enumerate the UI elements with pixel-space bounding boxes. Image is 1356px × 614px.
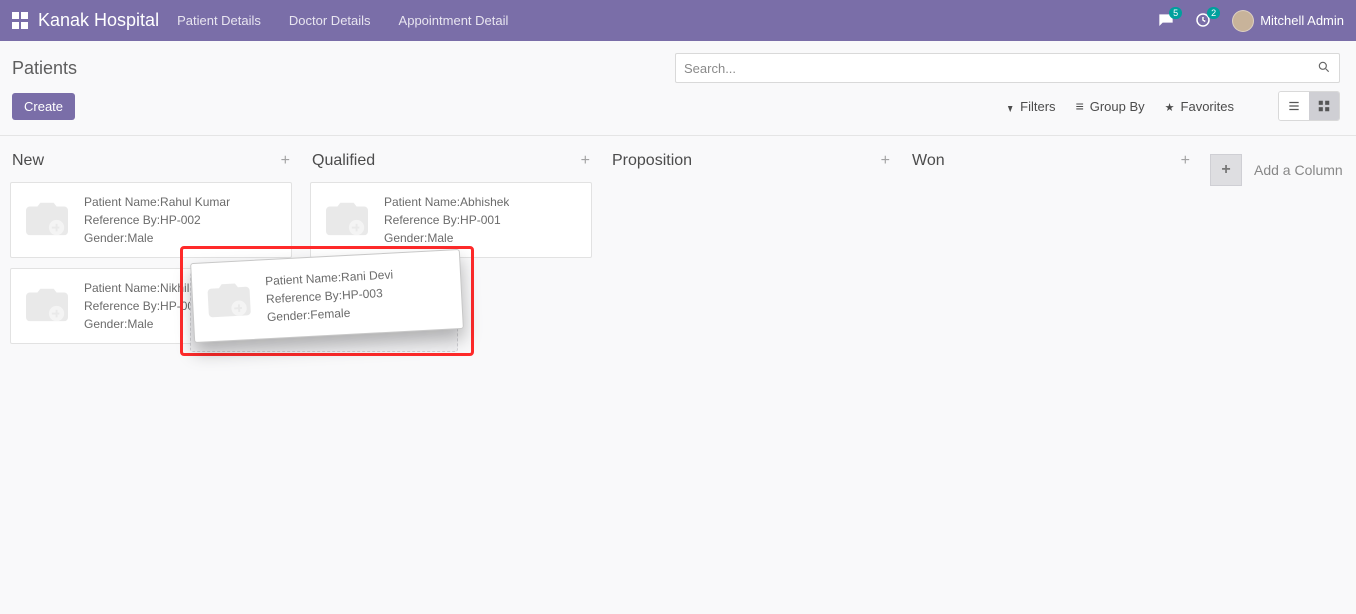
view-switcher [1278,91,1340,121]
quick-create-icon[interactable]: + [281,152,290,170]
user-name: Mitchell Admin [1260,13,1344,28]
nav-link-doctor-details[interactable]: Doctor Details [289,13,371,28]
add-column-button[interactable]: + Add a Column [1210,154,1343,186]
search-box[interactable] [675,53,1340,83]
kanban-column-proposition: Proposition + [610,152,892,182]
activities-icon[interactable]: 2 [1194,11,1214,31]
filters-button[interactable]: Filters [1006,98,1055,114]
avatar-icon [1232,10,1254,32]
placeholder-image-icon [19,279,74,329]
top-navbar: Kanak Hospital Patient Details Doctor De… [0,0,1356,41]
placeholder-image-icon [19,193,74,243]
messages-badge: 5 [1169,7,1182,19]
search-input[interactable] [684,61,1317,76]
column-title: New [12,152,44,170]
view-list-button[interactable] [1279,92,1309,120]
column-title: Won [912,152,945,170]
nav-link-appointment-detail[interactable]: Appointment Detail [399,13,509,28]
plus-icon: + [1210,154,1242,186]
nav-links: Patient Details Doctor Details Appointme… [177,13,508,28]
nav-link-patient-details[interactable]: Patient Details [177,13,261,28]
quick-create-icon[interactable]: + [881,152,890,170]
apps-grid-icon[interactable] [12,12,30,30]
star-icon [1165,99,1177,114]
kanban-card-dragging[interactable]: Patient Name:Rani Devi Reference By:HP-0… [190,249,464,343]
group-icon [1076,98,1086,114]
user-menu[interactable]: Mitchell Admin [1232,10,1344,32]
search-icon[interactable] [1317,60,1331,77]
column-title: Proposition [612,152,692,170]
column-title: Qualified [312,152,375,170]
groupby-button[interactable]: Group By [1076,98,1145,114]
favorites-button[interactable]: Favorites [1165,98,1234,114]
view-kanban-button[interactable] [1309,92,1339,120]
kanban-card[interactable]: Patient Name:Abhishek Reference By:HP-00… [310,182,592,258]
kanban-card[interactable]: Patient Name:Rahul Kumar Reference By:HP… [10,182,292,258]
placeholder-image-icon [319,193,374,243]
placeholder-image-icon [200,273,258,326]
create-button[interactable]: Create [12,93,75,120]
messages-icon[interactable]: 5 [1156,11,1176,31]
quick-create-icon[interactable]: + [581,152,590,170]
activities-badge: 2 [1207,7,1220,19]
funnel-icon [1006,99,1016,114]
brand-title[interactable]: Kanak Hospital [38,10,159,31]
page-title: Patients [12,58,77,79]
kanban-board: New + Patient Name:Rahul Kumar Reference… [0,136,1356,354]
quick-create-icon[interactable]: + [1181,152,1190,170]
kanban-column-won: Won + [910,152,1192,182]
